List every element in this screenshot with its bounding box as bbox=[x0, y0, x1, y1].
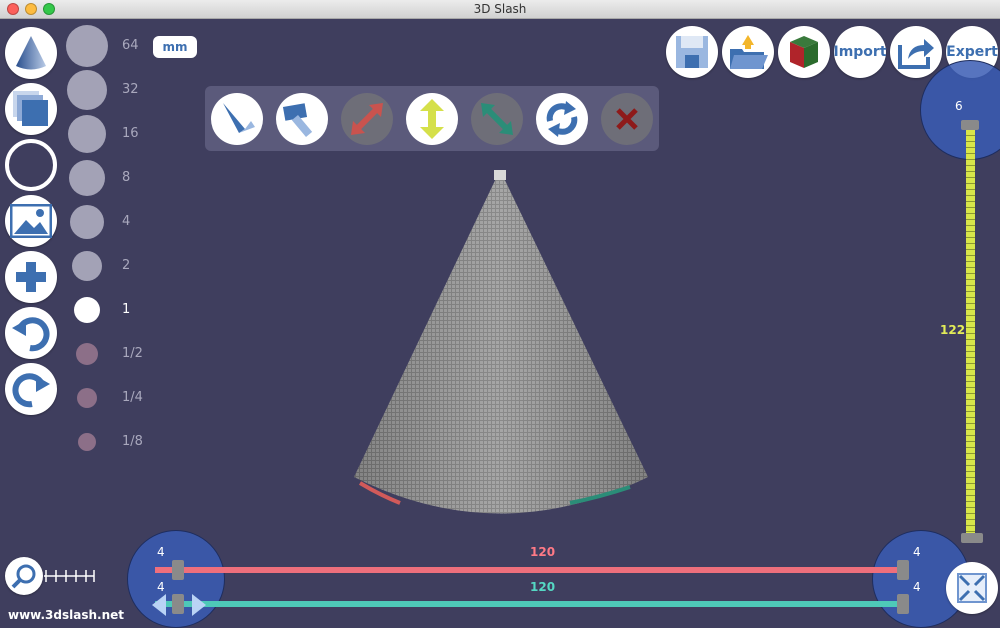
empty-shape-button[interactable] bbox=[5, 139, 57, 191]
vertical-slider-top-handle[interactable] bbox=[961, 120, 979, 130]
size-label-6: 2 bbox=[122, 258, 131, 273]
close-icon bbox=[616, 108, 638, 130]
minimize-window-button[interactable] bbox=[25, 3, 37, 15]
color-button[interactable] bbox=[778, 26, 830, 78]
zoom-slider[interactable] bbox=[44, 566, 96, 586]
diagonal-arrow-alt-icon bbox=[481, 103, 513, 135]
x-slider-left-handle[interactable] bbox=[172, 560, 184, 580]
zoom-button[interactable] bbox=[5, 557, 43, 595]
right-top-value: 4 bbox=[913, 545, 921, 559]
3d-viewport[interactable] bbox=[340, 165, 660, 525]
size-label-2: 32 bbox=[122, 82, 139, 97]
image-button[interactable] bbox=[5, 195, 57, 247]
size-option-3[interactable] bbox=[68, 115, 106, 153]
right-bottom-value: 4 bbox=[913, 580, 921, 594]
z-axis-slider[interactable] bbox=[155, 601, 905, 607]
chisel-icon bbox=[223, 103, 255, 133]
cube-shape-button[interactable] bbox=[5, 83, 57, 135]
size-label-1: 64 bbox=[122, 38, 139, 53]
left-bottom-value: 4 bbox=[157, 580, 165, 594]
share-button[interactable] bbox=[890, 26, 942, 78]
size-label-8: 1/2 bbox=[122, 346, 143, 361]
size-option-5[interactable] bbox=[70, 205, 104, 239]
undo-icon bbox=[12, 317, 50, 352]
cone-model[interactable] bbox=[354, 170, 648, 514]
fit-view-icon bbox=[957, 573, 987, 603]
image-icon bbox=[10, 204, 52, 238]
diagonal-arrow-icon bbox=[351, 103, 383, 135]
size-label-10: 1/8 bbox=[122, 434, 143, 449]
diagonal-move-alt-button[interactable] bbox=[471, 93, 523, 145]
size-label-5: 4 bbox=[122, 214, 131, 229]
share-icon bbox=[898, 39, 934, 69]
vertical-mid-value: 122 bbox=[940, 323, 966, 337]
chisel-tool-button[interactable] bbox=[211, 93, 263, 145]
color-cube-icon bbox=[790, 36, 818, 68]
size-option-10[interactable] bbox=[78, 433, 96, 451]
import-label: Import bbox=[833, 44, 887, 60]
vertical-slider-ticks bbox=[966, 130, 975, 538]
cone-shape-button[interactable] bbox=[5, 27, 57, 79]
size-option-4[interactable] bbox=[69, 160, 105, 196]
website-link[interactable]: www.3dslash.net bbox=[8, 608, 124, 622]
cube-stack-icon bbox=[13, 91, 48, 126]
tool-palette bbox=[205, 86, 659, 151]
size-label-3: 16 bbox=[122, 126, 139, 141]
x-axis-value: 120 bbox=[530, 545, 556, 559]
rotate-icon bbox=[546, 101, 578, 137]
redo-icon bbox=[12, 373, 50, 408]
add-button[interactable] bbox=[5, 251, 57, 303]
diagonal-move-button[interactable] bbox=[341, 93, 393, 145]
unit-toggle-button[interactable]: mm bbox=[153, 36, 197, 58]
open-button[interactable] bbox=[722, 26, 774, 78]
size-option-9[interactable] bbox=[77, 388, 97, 408]
rotate-button[interactable] bbox=[536, 93, 588, 145]
close-window-button[interactable] bbox=[7, 3, 19, 15]
undo-button[interactable] bbox=[5, 307, 57, 359]
x-axis-slider[interactable] bbox=[155, 567, 905, 573]
hammer-icon bbox=[282, 103, 313, 137]
vertical-slider-bottom-handle[interactable] bbox=[961, 533, 983, 543]
left-top-value: 4 bbox=[157, 545, 165, 559]
size-label-9: 1/4 bbox=[122, 390, 143, 405]
hammer-tool-button[interactable] bbox=[276, 93, 328, 145]
floppy-disk-icon bbox=[676, 36, 708, 68]
title-bar: 3D Slash bbox=[0, 0, 1000, 19]
size-option-6[interactable] bbox=[72, 251, 102, 281]
fit-view-button[interactable] bbox=[946, 562, 998, 614]
move-arrows-icon[interactable] bbox=[152, 594, 206, 616]
size-option-2[interactable] bbox=[67, 70, 107, 110]
vertical-move-button[interactable] bbox=[406, 93, 458, 145]
size-option-1[interactable] bbox=[66, 25, 108, 67]
size-label-4: 8 bbox=[122, 170, 131, 185]
expert-label: Expert bbox=[946, 44, 998, 60]
size-option-8[interactable] bbox=[76, 343, 98, 365]
redo-button[interactable] bbox=[5, 363, 57, 415]
import-button[interactable]: Import bbox=[833, 26, 887, 78]
window-title: 3D Slash bbox=[473, 2, 527, 16]
save-button[interactable] bbox=[666, 26, 718, 78]
open-folder-icon bbox=[730, 35, 768, 69]
vertical-top-value: 6 bbox=[955, 99, 963, 113]
size-label-7: 1 bbox=[122, 302, 131, 317]
z-axis-value: 120 bbox=[530, 580, 556, 594]
size-option-7[interactable] bbox=[74, 297, 100, 323]
z-slider-right-handle[interactable] bbox=[897, 594, 909, 614]
cone-icon bbox=[16, 36, 46, 70]
vertical-arrow-icon bbox=[420, 99, 444, 139]
magnifier-icon bbox=[11, 564, 36, 589]
zoom-window-button[interactable] bbox=[43, 3, 55, 15]
x-slider-right-handle[interactable] bbox=[897, 560, 909, 580]
plus-icon bbox=[16, 262, 46, 292]
cancel-tool-button[interactable] bbox=[601, 93, 653, 145]
